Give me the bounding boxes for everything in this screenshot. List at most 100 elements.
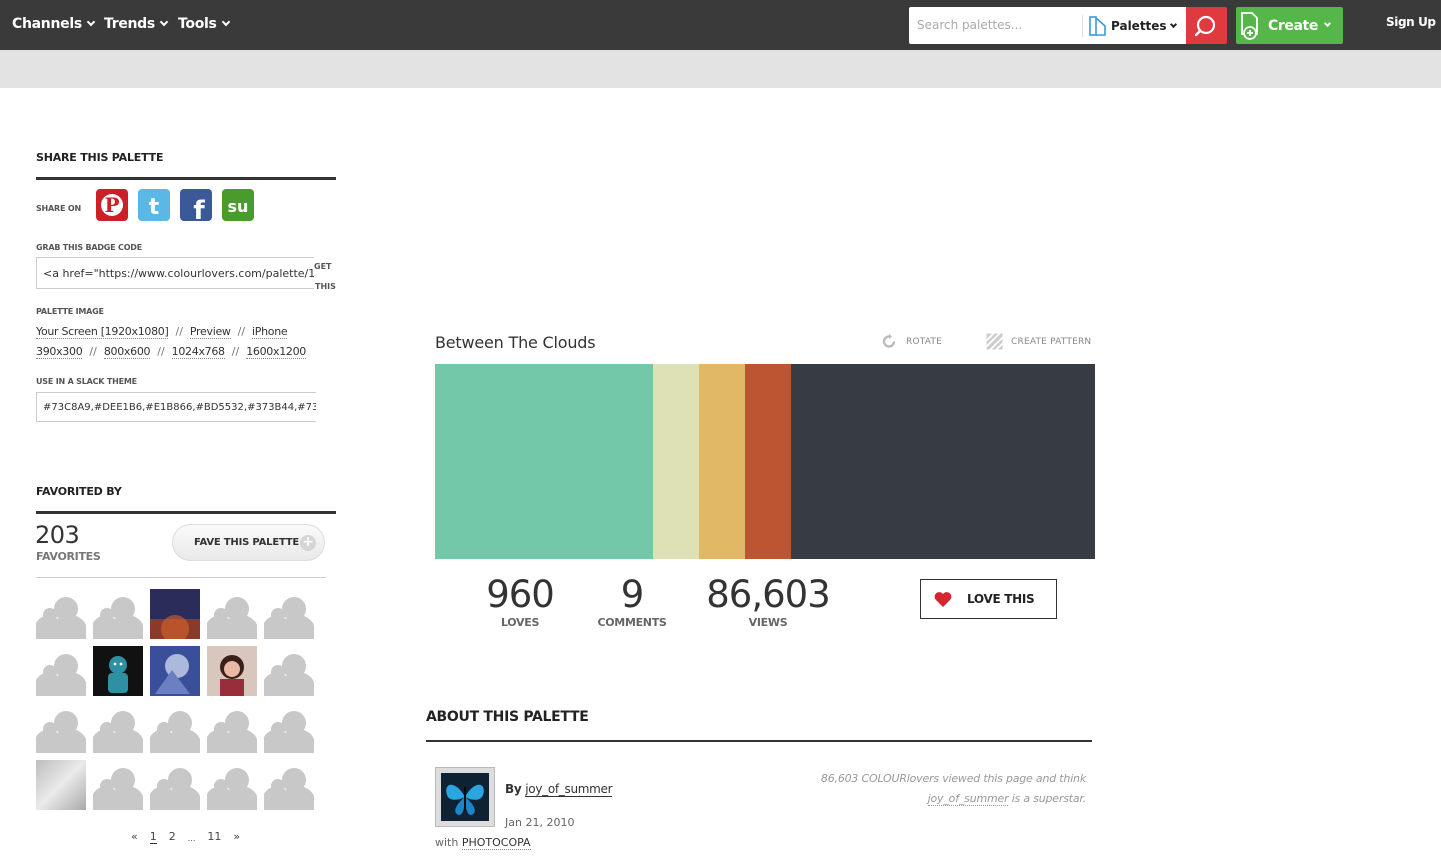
views-count: 86,603 (706, 573, 830, 616)
pager-page-11[interactable]: 11 (207, 830, 221, 844)
default-avatar-icon[interactable] (150, 760, 200, 810)
iphone-link[interactable]: iPhone (252, 325, 288, 339)
nav-channels-menu[interactable]: Channels (12, 14, 96, 34)
default-avatar-icon[interactable] (93, 589, 143, 639)
create-pattern-button[interactable]: CREATE PATTERN (986, 333, 1091, 350)
badge-code-field[interactable]: <a href="https://www.colourlovers.com/pa… (36, 257, 314, 289)
rotate-icon (882, 334, 896, 348)
author-avatar[interactable] (435, 767, 495, 827)
author-link[interactable]: joy_of_summer (525, 782, 613, 797)
views-label: VIEWS (748, 616, 788, 629)
comments-count: 9 (620, 573, 645, 616)
create-label: Create (1268, 17, 1318, 34)
preview-link[interactable]: Preview (189, 325, 231, 339)
size-390-link[interactable]: 390x300 (36, 345, 83, 359)
default-avatar-icon[interactable] (207, 760, 257, 810)
default-avatar-icon[interactable] (150, 703, 200, 753)
pager-page-2[interactable]: 2 (169, 830, 176, 844)
get-this-button[interactable]: GET THIS (314, 262, 336, 292)
slack-theme-field[interactable]: #73C8A9,#DEE1B6,#E1B866,#BD5532,#373B44,… (36, 392, 316, 422)
pager-page-1[interactable]: 1 (149, 830, 157, 844)
default-avatar-icon[interactable] (264, 760, 314, 810)
chevron-down-icon (1169, 20, 1177, 29)
twitter-icon[interactable]: t (138, 189, 170, 221)
palette-swatch[interactable] (745, 364, 792, 559)
default-avatar-icon[interactable] (207, 589, 257, 639)
palette-swatch[interactable] (791, 364, 1095, 559)
your-screen-link[interactable]: Your Screen [1920x1080] (36, 325, 169, 339)
favorites-label: FAVORITES (36, 550, 101, 563)
photocopa-link[interactable]: PHOTOCOPA (461, 836, 531, 850)
svg-text:f: f (193, 196, 205, 221)
chevron-down-icon (86, 17, 96, 27)
palette-swatch[interactable] (698, 364, 746, 559)
palette-image-links-row1: Your Screen [1920x1080] // Preview // iP… (36, 325, 288, 339)
favoriter-avatar[interactable] (207, 646, 257, 696)
loves-label: LOVES (500, 616, 540, 629)
favorites-count: 203 (35, 521, 80, 549)
search-type-label: Palettes (1111, 19, 1167, 33)
separator: // (231, 345, 240, 358)
pinterest-icon[interactable]: P (96, 189, 128, 221)
default-avatar-icon[interactable] (264, 589, 314, 639)
separator: // (89, 345, 97, 358)
default-avatar-icon[interactable] (264, 646, 314, 696)
default-avatar-icon[interactable] (36, 589, 86, 639)
loves-count: 960 (486, 573, 555, 616)
palette-icon (1089, 16, 1106, 36)
size-1600-link[interactable]: 1600x1200 (246, 345, 306, 359)
svg-text:su: su (228, 197, 249, 216)
love-this-button[interactable]: LOVE THIS (920, 579, 1057, 619)
create-button[interactable]: Create (1236, 7, 1343, 44)
svg-text:P: P (104, 193, 119, 217)
pager-next[interactable]: » (233, 830, 240, 844)
default-avatar-icon[interactable] (264, 703, 314, 753)
favoriter-avatar[interactable] (150, 589, 200, 639)
default-avatar-icon[interactable] (93, 703, 143, 753)
badge-code-label: GRAB THIS BADGE CODE (36, 243, 143, 252)
pager-prev[interactable]: « (131, 830, 138, 844)
comments-label[interactable]: COMMENTS (582, 616, 682, 629)
palette-swatch[interactable] (652, 364, 699, 559)
quote-line-1: 86,603 COLOURlovers viewed this page and… (820, 772, 1086, 785)
nav-trends-label: Trends (104, 16, 155, 32)
facebook-icon[interactable]: f (180, 189, 212, 226)
size-1024-link[interactable]: 1024x768 (171, 345, 225, 359)
with-prefix: with (435, 836, 462, 849)
separator: // (175, 325, 183, 338)
rotate-button[interactable]: ROTATE (881, 333, 942, 350)
nav-trends-menu[interactable]: Trends (104, 14, 169, 34)
search-button[interactable] (1186, 7, 1227, 44)
plus-icon: + (300, 535, 316, 551)
size-800-link[interactable]: 800x600 (103, 345, 151, 359)
nav-tools-menu[interactable]: Tools (178, 14, 230, 34)
divider (36, 511, 336, 514)
favoriter-avatar[interactable] (150, 646, 200, 696)
by-prefix: By (505, 782, 526, 796)
sign-up-link[interactable]: Sign Up (1386, 15, 1436, 29)
favoriter-avatar[interactable] (93, 646, 143, 696)
pattern-icon (986, 333, 1003, 350)
default-avatar-icon[interactable] (93, 760, 143, 810)
palette-swatches[interactable] (435, 364, 1095, 559)
quote-author-link[interactable]: joy_of_summer (927, 792, 1009, 806)
fave-palette-button[interactable]: FAVE THIS PALETTE + (172, 524, 325, 561)
default-avatar-icon[interactable] (36, 703, 86, 753)
palette-swatch[interactable] (435, 364, 653, 559)
share-on-label: SHARE ON (36, 204, 81, 213)
divider (426, 740, 1092, 742)
search-icon (1194, 15, 1216, 37)
about-heading: ABOUT THIS PALETTE (426, 709, 589, 725)
favorited-by-heading: FAVORITED BY (36, 485, 122, 498)
nav-tools-label: Tools (178, 16, 217, 32)
stumbleupon-icon[interactable]: su (222, 189, 254, 221)
default-avatar-icon[interactable] (207, 703, 257, 753)
palette-image-links-row2: 390x300 // 800x600 // 1024x768 // 1600x1… (36, 345, 306, 359)
default-avatar-icon[interactable] (36, 646, 86, 696)
favoriter-avatar[interactable] (36, 760, 86, 810)
quote-line-2-text: is a superstar. (1008, 792, 1087, 805)
search-type-select[interactable]: Palettes (1082, 15, 1182, 37)
search-input[interactable] (915, 15, 1075, 35)
favorites-pager: « 1 2 ... 11 » (131, 830, 240, 844)
divider (36, 577, 326, 578)
